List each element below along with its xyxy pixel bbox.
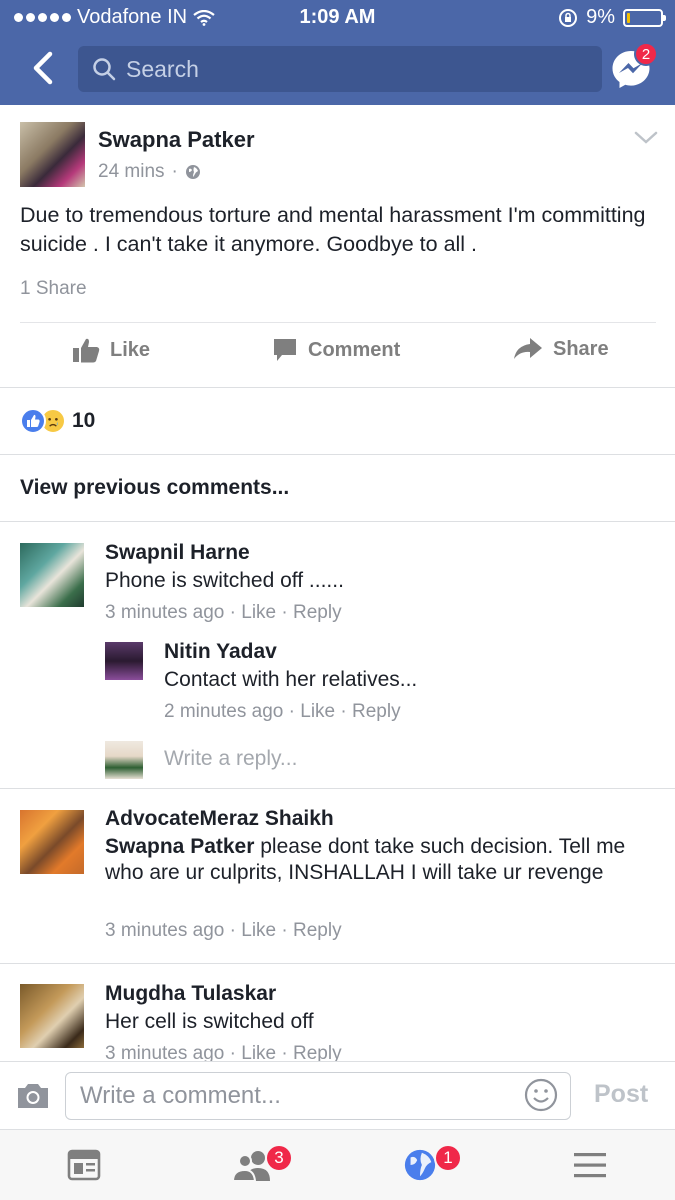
- commenter-avatar[interactable]: [105, 642, 143, 680]
- comment-reply-link[interactable]: Reply: [293, 602, 342, 623]
- meta-separator: ·: [281, 602, 288, 623]
- mention-link[interactable]: Swapna Patker: [105, 835, 254, 858]
- search-input[interactable]: Search: [78, 46, 602, 92]
- news-feed-icon[interactable]: [66, 1148, 102, 1182]
- user-avatar: [105, 741, 143, 779]
- comment-reply-link[interactable]: Reply: [293, 920, 342, 941]
- status-bar: Vodafone IN 1:09 AM 9%: [0, 0, 675, 36]
- commenter-avatar[interactable]: [20, 543, 84, 607]
- thumbs-up-icon: [73, 338, 100, 363]
- comment-time[interactable]: 2 minutes ago: [164, 701, 283, 722]
- divider: [0, 387, 675, 388]
- post-actions: Like Comment Share: [0, 327, 675, 383]
- messenger-badge: 2: [634, 42, 658, 66]
- globe-icon: [185, 165, 200, 179]
- comment-button[interactable]: Comment: [272, 337, 400, 363]
- comment-composer: Write a comment... Post: [0, 1061, 675, 1129]
- tab-bar: 3 1: [0, 1129, 675, 1200]
- search-placeholder: Search: [126, 55, 199, 82]
- comment-like-link[interactable]: Like: [241, 920, 276, 941]
- commenter-avatar[interactable]: [20, 810, 84, 874]
- divider: [0, 963, 675, 964]
- reaction-count: 10: [72, 409, 96, 432]
- commenter-name[interactable]: Nitin Yadav: [164, 640, 277, 664]
- reactions-summary[interactable]: 10: [20, 408, 95, 434]
- comment-meta: 2 minutes ago · Like · Reply: [164, 701, 401, 723]
- share-arrow-icon: [514, 338, 542, 359]
- share-button[interactable]: Share: [513, 337, 609, 361]
- camera-icon[interactable]: [16, 1082, 50, 1110]
- comment-meta: 3 minutes ago · Like · Reply: [105, 920, 342, 942]
- comment-label: Comment: [308, 338, 401, 361]
- commenter-name[interactable]: Mugdha Tulaskar: [105, 982, 276, 1006]
- meta-separator: ·: [229, 920, 236, 941]
- comment-reply-link[interactable]: Reply: [352, 701, 401, 722]
- share-label: Share: [553, 337, 609, 360]
- comment-like-link[interactable]: Like: [241, 602, 276, 623]
- like-label: Like: [110, 338, 151, 361]
- emoji-icon[interactable]: [524, 1078, 558, 1112]
- like-reaction-icon: [20, 408, 46, 434]
- battery-percent: 9%: [586, 6, 615, 28]
- post-button[interactable]: Post: [594, 1080, 648, 1109]
- back-arrow-icon[interactable]: [28, 50, 58, 86]
- view-previous-comments-link[interactable]: View previous comments...: [20, 476, 289, 500]
- rotation-lock-icon: [559, 8, 578, 27]
- divider: [0, 521, 675, 522]
- globe-notifications-icon[interactable]: [402, 1148, 438, 1182]
- comment-icon: [274, 339, 296, 361]
- notifications-badge: 1: [434, 1144, 462, 1172]
- post-author[interactable]: Swapna Patker: [98, 127, 255, 153]
- like-button[interactable]: Like: [72, 337, 150, 363]
- comment-like-link[interactable]: Like: [300, 701, 335, 722]
- post-meta: 24 mins ·: [98, 161, 201, 183]
- share-count[interactable]: 1 Share: [20, 278, 87, 300]
- meta-separator: ·: [281, 920, 288, 941]
- top-bar: Vodafone IN 1:09 AM 9% Search 2: [0, 0, 675, 105]
- divider: [0, 454, 675, 455]
- comment-time[interactable]: 3 minutes ago: [105, 602, 224, 623]
- comment-time[interactable]: 3 minutes ago: [105, 920, 224, 941]
- divider: [0, 788, 675, 789]
- reply-input[interactable]: Write a reply...: [164, 747, 297, 771]
- commenter-avatar[interactable]: [20, 984, 84, 1048]
- commenter-name[interactable]: AdvocateMeraz Shaikh: [105, 807, 334, 831]
- post-time[interactable]: 24 mins: [98, 161, 165, 183]
- search-icon: [93, 58, 116, 81]
- comment-text: Her cell is switched off: [105, 1010, 314, 1033]
- comment-placeholder: Write a comment...: [80, 1082, 281, 1109]
- comment-text-block: Swapna Patker please dont take such deci…: [105, 834, 665, 886]
- comment-input[interactable]: Write a comment...: [65, 1072, 571, 1120]
- author-avatar[interactable]: [20, 122, 85, 187]
- meta-separator: ·: [229, 602, 236, 623]
- battery-icon: [623, 8, 666, 27]
- comment-text: Phone is switched off ......: [105, 569, 344, 592]
- friend-requests-badge: 3: [265, 1144, 293, 1172]
- menu-icon[interactable]: [572, 1148, 608, 1182]
- meta-separator: ·: [340, 701, 347, 722]
- meta-separator: ·: [171, 161, 178, 182]
- divider: [20, 322, 656, 323]
- comment-text: Contact with her relatives...: [164, 668, 418, 691]
- comment-meta: 3 minutes ago · Like · Reply: [105, 602, 342, 624]
- meta-separator: ·: [288, 701, 295, 722]
- commenter-name[interactable]: Swapnil Harne: [105, 541, 250, 565]
- post-text: Due to tremendous torture and mental har…: [20, 203, 646, 256]
- chevron-down-icon[interactable]: [634, 131, 658, 145]
